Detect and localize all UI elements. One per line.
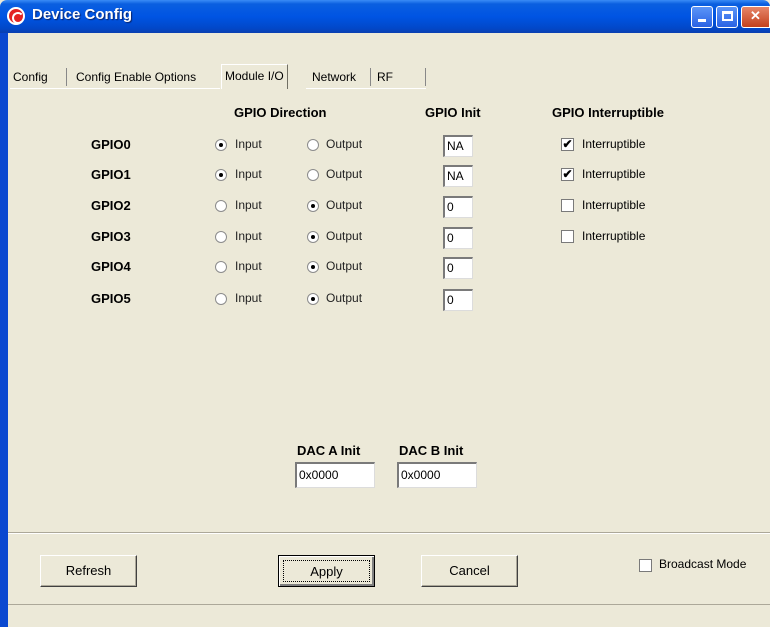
output-radio[interactable] [307,261,319,273]
input-radio[interactable] [215,231,227,243]
interruptible-checkbox[interactable]: ✔ [561,168,574,181]
interruptible-checkbox[interactable] [561,199,574,212]
gpio-init-input[interactable]: 0 [443,289,473,311]
output-radio[interactable] [307,293,319,305]
window-border [0,33,8,627]
close-icon[interactable]: ✕ [741,6,770,28]
divider [8,604,770,605]
gpio-name: GPIO3 [91,229,131,244]
interruptible-checkbox[interactable]: ✔ [561,138,574,151]
input-radio[interactable] [215,169,227,181]
output-radio-label: Output [326,198,363,212]
tab-separator [370,68,371,86]
input-radio[interactable] [215,200,227,212]
dac-a-label: DAC A Init [297,443,361,458]
tab-separator [425,68,426,86]
interruptible-checkbox[interactable] [561,230,574,243]
output-radio[interactable] [307,200,319,212]
interruptible-label: Interruptible [582,137,646,151]
input-radio[interactable] [215,261,227,273]
gpio-init-input[interactable]: 0 [443,257,473,279]
divider [8,533,770,534]
output-radio-label: Output [326,259,363,273]
broadcast-mode-checkbox[interactable] [639,559,652,572]
minimize-icon[interactable] [691,6,713,28]
gpio-name: GPIO2 [91,198,131,213]
input-radio-label: Input [235,198,262,212]
output-radio[interactable] [307,169,319,181]
refresh-button[interactable]: Refresh [40,555,137,587]
gpio-name: GPIO0 [91,137,131,152]
maximize-icon[interactable] [716,6,738,28]
gpio-name: GPIO5 [91,291,131,306]
tab-underline [10,88,220,89]
tab-rf[interactable]: RF [374,68,396,88]
gpio-init-input[interactable]: NA [443,135,473,157]
input-radio-label: Input [235,229,262,243]
gpio-init-input[interactable]: 0 [443,196,473,218]
output-radio-label: Output [326,291,363,305]
input-radio[interactable] [215,139,227,151]
gpio-interruptible-header: GPIO Interruptible [552,105,664,120]
cancel-button[interactable]: Cancel [421,555,518,587]
output-radio[interactable] [307,139,319,151]
output-radio-label: Output [326,137,363,151]
apply-button[interactable]: Apply [278,555,375,587]
gpio-init-input[interactable]: 0 [443,227,473,249]
input-radio[interactable] [215,293,227,305]
tab-network[interactable]: Network [309,68,359,88]
interruptible-label: Interruptible [582,229,646,243]
interruptible-label: Interruptible [582,167,646,181]
tab-separator [66,68,67,86]
apply-button-label: Apply [283,560,370,582]
title-bar: Device Config ✕ [0,0,770,33]
gpio-name: GPIO4 [91,259,131,274]
gpio-direction-header: GPIO Direction [234,105,327,120]
input-radio-label: Input [235,291,262,305]
broadcast-mode-label: Broadcast Mode [659,557,747,571]
output-radio-label: Output [326,229,363,243]
gpio-init-header: GPIO Init [425,105,481,120]
output-radio-label: Output [326,167,363,181]
tab-module-io[interactable]: Module I/O [221,64,288,89]
input-radio-label: Input [235,259,262,273]
dac-a-input[interactable]: 0x0000 [295,462,375,488]
tab-config-enable-options[interactable]: Config Enable Options [73,68,199,88]
gpio-init-input[interactable]: NA [443,165,473,187]
tab-underline [306,88,426,89]
input-radio-label: Input [235,137,262,151]
input-radio-label: Input [235,167,262,181]
dac-b-input[interactable]: 0x0000 [397,462,477,488]
tab-config[interactable]: Config [10,68,51,88]
gpio-name: GPIO1 [91,167,131,182]
app-logo-icon[interactable] [7,7,25,25]
interruptible-label: Interruptible [582,198,646,212]
window-title: Device Config [32,6,133,23]
output-radio[interactable] [307,231,319,243]
dac-b-label: DAC B Init [399,443,464,458]
